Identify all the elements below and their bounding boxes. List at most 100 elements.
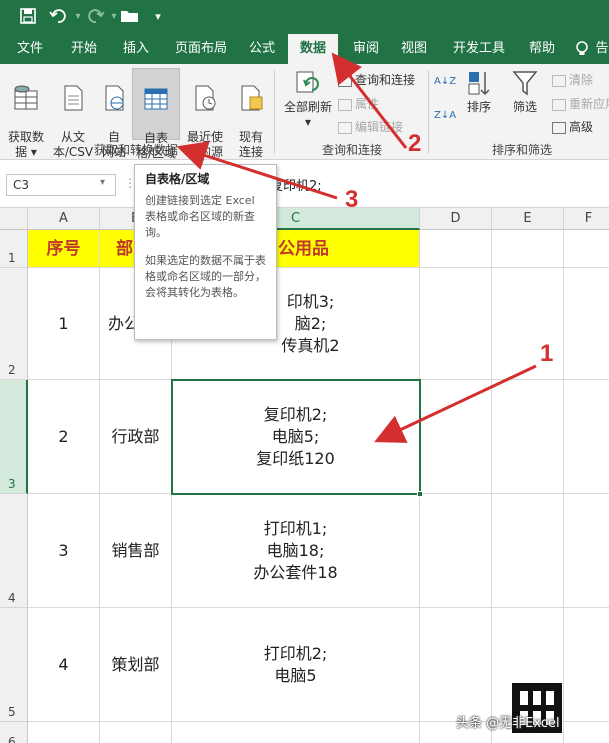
refresh-all-label: 全部刷新 xyxy=(283,100,332,114)
save-icon[interactable] xyxy=(18,7,38,27)
empty-cell[interactable] xyxy=(492,494,564,608)
tab-formulas[interactable]: 公式 xyxy=(240,34,284,64)
edit-links-button[interactable]: 编辑链接 xyxy=(338,119,403,135)
formula-input[interactable]: 复印机2; xyxy=(270,175,322,194)
empty-cell[interactable] xyxy=(420,494,492,608)
empty-cell[interactable] xyxy=(564,494,609,608)
row-header-4[interactable]: 4 xyxy=(0,494,28,608)
row-header-2[interactable]: 2 xyxy=(0,268,28,380)
table-header-cell[interactable]: 序号 xyxy=(28,230,100,268)
col-header-a[interactable]: A xyxy=(28,208,100,230)
sort-button[interactable]: 排序 xyxy=(462,68,496,115)
table-cell[interactable]: 打印机1; 电脑18; 办公套件18 xyxy=(172,494,420,608)
row-number: 6 xyxy=(8,735,16,743)
table-cell[interactable]: 3 xyxy=(28,494,100,608)
table-cell[interactable]: 行政部 xyxy=(100,380,172,494)
refresh-all-button[interactable]: 全部刷新 ▾ xyxy=(282,68,334,130)
watermark-text: 头条 @无非Excel xyxy=(456,716,560,731)
tab-view[interactable]: 视图 xyxy=(392,34,436,64)
chevron-down-icon[interactable]: ▾ xyxy=(148,7,168,27)
table-grid-icon xyxy=(144,88,168,110)
empty-cell[interactable] xyxy=(492,380,564,494)
col-header-e[interactable]: E xyxy=(492,208,564,230)
tab-help[interactable]: 帮助 xyxy=(520,34,564,64)
row-header-6[interactable]: 6 xyxy=(0,722,28,743)
sort-label: 排序 xyxy=(466,100,491,114)
row-header-3[interactable]: 3 xyxy=(0,380,28,494)
reapply-icon xyxy=(552,98,566,111)
empty-cell[interactable] xyxy=(564,380,609,494)
table-cell[interactable]: 打印机2; 电脑5 xyxy=(172,608,420,722)
row-number: 2 xyxy=(8,363,16,377)
ribbon-data: 获取数 据 ▾ 从文 本/CSV 自 网站 自表 格/区域 最近使 用的源 现有… xyxy=(0,64,609,160)
tooltip-paragraph: 如果选定的数据不属于表格或命名区域的一部分，会将其转化为表格。 xyxy=(145,254,266,299)
ribbon-tabs: 文件 开始 插入 页面布局 公式 数据 审阅 视图 开发工具 帮助 告 xyxy=(0,34,609,64)
empty-cell[interactable] xyxy=(564,268,609,380)
group-label-get-transform: 获取和转换数据 xyxy=(93,143,178,157)
advanced-label: 高级 xyxy=(569,120,594,134)
row-number: 4 xyxy=(8,591,16,605)
empty-cell[interactable] xyxy=(492,230,564,268)
row-header-5[interactable]: 5 xyxy=(0,608,28,722)
tab-file[interactable]: 文件 xyxy=(8,34,52,64)
tab-page-layout[interactable]: 页面布局 xyxy=(166,34,236,64)
chevron-down-icon[interactable]: ▾ xyxy=(100,177,105,188)
tab-data[interactable]: 数据 xyxy=(288,34,338,64)
empty-cell[interactable] xyxy=(172,722,420,743)
tooltip-title: 自表格/区域 xyxy=(145,172,210,186)
edit-links-label: 编辑链接 xyxy=(355,120,404,134)
clear-label: 清除 xyxy=(569,73,594,87)
properties-button[interactable]: 属性 xyxy=(338,96,379,112)
empty-cell[interactable] xyxy=(28,722,100,743)
queries-connections-button[interactable]: 查询和连接 xyxy=(338,72,415,88)
empty-cell[interactable] xyxy=(420,608,492,722)
col-header-d[interactable]: D xyxy=(420,208,492,230)
sort-icon xyxy=(468,72,490,96)
active-cell-selection xyxy=(171,379,421,495)
empty-cell[interactable] xyxy=(420,268,492,380)
redo-icon[interactable] xyxy=(86,7,106,27)
tab-review[interactable]: 审阅 xyxy=(344,34,388,64)
table-cell[interactable]: 销售部 xyxy=(100,494,172,608)
empty-cell[interactable] xyxy=(564,230,609,268)
connection-file-icon xyxy=(241,85,263,111)
clear-filter-button[interactable]: 清除 xyxy=(552,72,609,88)
undo-dropdown-icon[interactable]: ▾ xyxy=(68,7,88,27)
table-cell[interactable]: 1 xyxy=(28,268,100,380)
empty-cell[interactable] xyxy=(100,722,172,743)
group-label-queries: 查询和连接 xyxy=(321,143,382,157)
row-header-1[interactable]: 1 xyxy=(0,230,28,268)
filter-label: 筛选 xyxy=(512,100,537,114)
from-table-range-button[interactable]: 自表 格/区域 xyxy=(132,68,180,160)
select-all-corner[interactable] xyxy=(0,208,28,230)
folder-open-icon[interactable] xyxy=(120,7,140,27)
table-cell[interactable]: 策划部 xyxy=(100,608,172,722)
reapply-label: 重新应用 xyxy=(569,97,609,111)
sort-descending-button[interactable]: Z↓A xyxy=(434,108,456,124)
text-file-icon xyxy=(64,85,83,111)
refresh-icon xyxy=(296,71,319,93)
empty-cell[interactable] xyxy=(420,380,492,494)
clear-filter-icon xyxy=(552,74,566,87)
reapply-button[interactable]: 重新应用 xyxy=(552,96,609,112)
sort-ascending-button[interactable]: A↓Z xyxy=(434,74,456,90)
tab-tell-me[interactable]: 告 xyxy=(592,34,609,64)
tab-home[interactable]: 开始 xyxy=(60,34,108,64)
tab-developer[interactable]: 开发工具 xyxy=(444,34,514,64)
tooltip-paragraph: 创建链接到选定 Excel 表格或命名区域的新查询。 xyxy=(145,194,255,239)
tab-insert[interactable]: 插入 xyxy=(112,34,160,64)
row-number: 5 xyxy=(8,705,16,719)
filter-button[interactable]: 筛选 xyxy=(508,68,542,115)
undo-icon[interactable] xyxy=(48,7,68,27)
table-cell[interactable]: 4 xyxy=(28,608,100,722)
chevron-down-icon[interactable]: ▾ xyxy=(305,115,311,129)
table-cell[interactable]: 2 xyxy=(28,380,100,494)
empty-cell[interactable] xyxy=(420,230,492,268)
advanced-filter-button[interactable]: 高级 xyxy=(552,119,609,135)
edit-links-icon xyxy=(338,121,352,134)
lightbulb-icon[interactable] xyxy=(574,34,590,64)
row-number: 1 xyxy=(8,251,16,265)
empty-cell[interactable] xyxy=(564,608,609,722)
col-header-f[interactable]: F xyxy=(564,208,609,230)
fill-handle[interactable] xyxy=(417,491,423,497)
